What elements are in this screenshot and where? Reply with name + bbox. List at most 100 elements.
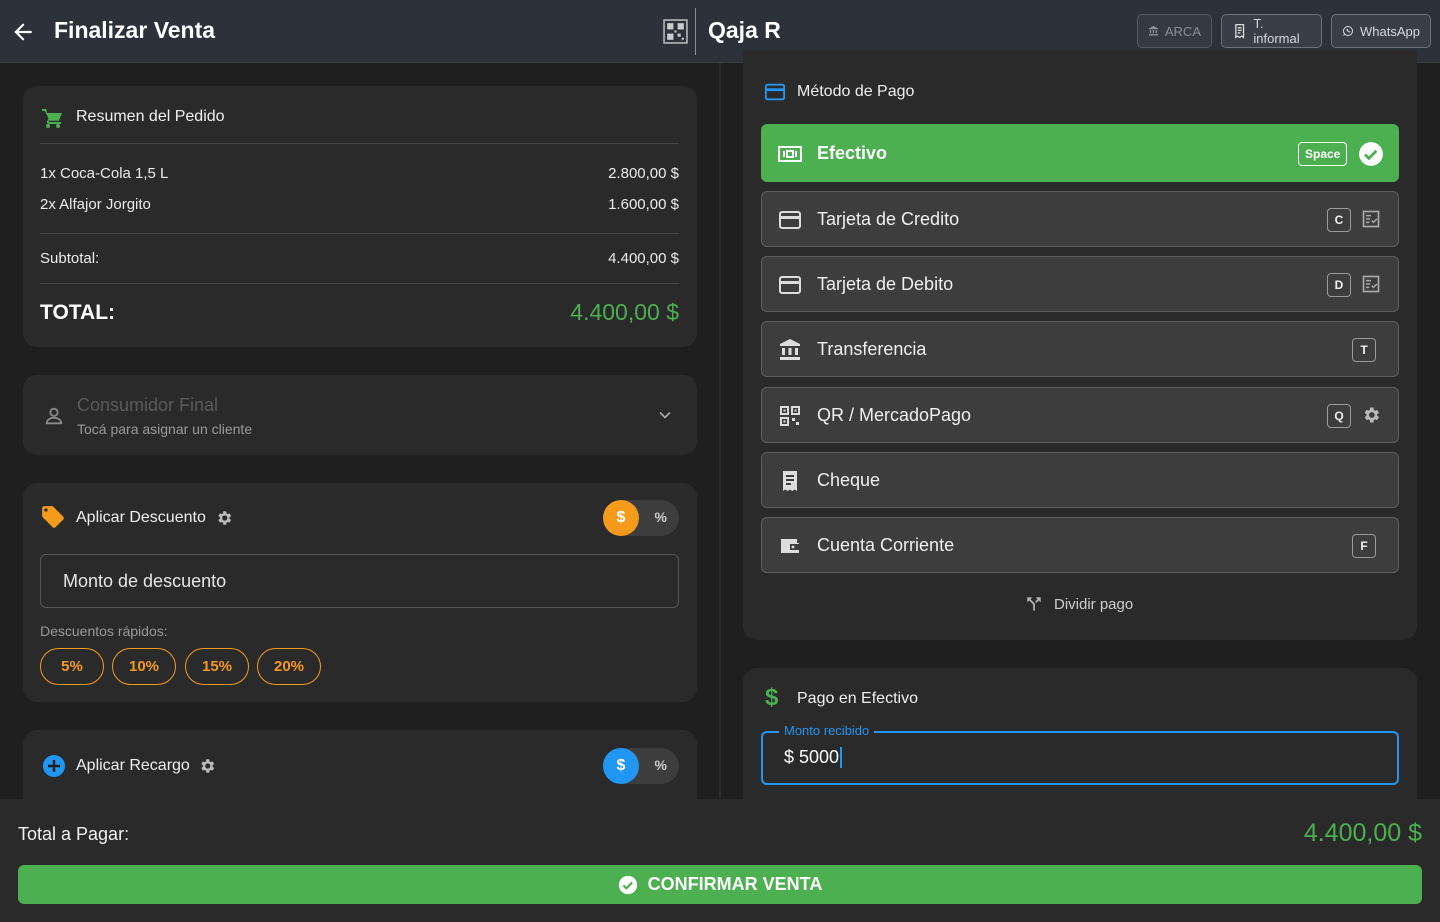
payment-method-credit-card[interactable]: Tarjeta de Credito C: [761, 191, 1399, 247]
payment-method-label: Transferencia: [817, 339, 927, 359]
dollar-icon: $: [765, 684, 779, 711]
informal-ticket-button[interactable]: T. informal: [1221, 14, 1322, 48]
order-item-label: 2x Alfajor Jorgito: [40, 196, 151, 213]
whatsapp-button[interactable]: WhatsApp: [1331, 14, 1431, 48]
split-payment-button[interactable]: Dividir pago: [1024, 594, 1133, 614]
receipt-icon: [783, 471, 797, 491]
receipt-icon: [1235, 23, 1245, 39]
cash-payment-title: Pago en Efectivo: [797, 690, 918, 707]
payment-method-transfer[interactable]: Transferencia T: [761, 321, 1399, 377]
split-icon: [1027, 597, 1041, 611]
surcharge-type-toggle[interactable]: $ %: [603, 748, 679, 784]
total-to-pay-label: Total a Pagar:: [18, 824, 130, 844]
discount-amount-placeholder: Monto de descuento: [63, 571, 227, 591]
separator: [40, 143, 679, 144]
order-item-price: 1.600,00 $: [608, 196, 679, 213]
shortcut-key-badge: Space: [1298, 142, 1348, 166]
debit-card-icon: [779, 276, 801, 294]
arca-button-label: ARCA: [1164, 23, 1201, 39]
total-to-pay-value: 4.400,00 $: [1303, 819, 1422, 847]
order-item-label: 1x Coca-Cola 1,5 L: [40, 165, 169, 182]
subtotal-value: 4.400,00 $: [608, 250, 679, 267]
shortcut-key-badge: D: [1327, 273, 1351, 297]
cart-icon: [42, 109, 62, 128]
payment-method-title: Método de Pago: [797, 83, 915, 100]
payment-method-cash[interactable]: Efectivo Space: [761, 124, 1399, 182]
customer-hint: Tocá para asignar un cliente: [77, 421, 253, 437]
wallet-icon: [781, 539, 799, 553]
informal-ticket-label: T. informal: [1253, 16, 1300, 46]
surcharge-settings-gear-icon[interactable]: [198, 757, 216, 775]
page-title: Finalizar Venta: [54, 17, 216, 43]
discount-tag-icon: [42, 506, 64, 528]
person-icon: [45, 407, 63, 425]
toggle-percent-label: %: [654, 757, 667, 773]
payment-method-qr[interactable]: QR / MercadoPago Q: [761, 387, 1399, 443]
discount-title: Aplicar Descuento: [76, 509, 206, 526]
add-circle-icon: [43, 755, 65, 777]
quick-discount-chip[interactable]: 10%: [112, 648, 176, 685]
payment-method-label: QR / MercadoPago: [817, 405, 972, 425]
shortcut-key-badge: F: [1352, 534, 1376, 558]
quick-discount-chip[interactable]: 15%: [185, 648, 249, 685]
amount-received-label: Monto recibido: [779, 723, 875, 738]
whatsapp-icon: [1343, 25, 1354, 37]
qr-settings-gear-icon[interactable]: [1361, 405, 1381, 425]
qr-icon: [780, 406, 800, 426]
discount-settings-gear-icon[interactable]: [215, 509, 233, 527]
payment-method-label: Tarjeta de Debito: [817, 274, 954, 294]
total-label: TOTAL:: [40, 301, 116, 324]
payment-method-label: Cheque: [817, 470, 881, 490]
shortcut-key-badge: T: [1352, 338, 1376, 362]
quick-discount-chip[interactable]: 5%: [40, 648, 104, 685]
shortcut-key-badge: Q: [1327, 404, 1351, 428]
customer-selector[interactable]: Consumidor Final Tocá para asignar un cl…: [23, 375, 697, 455]
bank-icon: [1148, 26, 1158, 36]
toggle-percent-label: %: [654, 509, 667, 525]
card-terminal-icon: [1362, 275, 1380, 293]
check-circle-icon: [618, 875, 637, 894]
surcharge-title: Aplicar Recargo: [76, 757, 190, 774]
back-arrow-icon[interactable]: [10, 19, 36, 45]
payment-method-debit-card[interactable]: Tarjeta de Debito D: [761, 256, 1399, 312]
bank-icon: [780, 339, 800, 360]
total-value: 4.400,00 $: [570, 299, 679, 325]
payment-method-label: Cuenta Corriente: [817, 535, 955, 555]
check-circle-icon: [1359, 142, 1383, 166]
amount-received-value: $ 5000: [784, 747, 843, 768]
amount-received-input[interactable]: Monto recibido $ 5000: [761, 723, 1399, 785]
separator: [40, 233, 679, 234]
footer-bar: Total a Pagar: 4.400,00 $ CONFIRMAR VENT…: [0, 799, 1440, 922]
subtotal-label: Subtotal:: [40, 250, 100, 267]
brand-divider: [695, 8, 696, 55]
shortcut-key-badge: C: [1327, 208, 1351, 232]
qr-logo-icon: [663, 19, 688, 44]
whatsapp-label: WhatsApp: [1360, 23, 1420, 39]
order-item-price: 2.800,00 $: [608, 165, 679, 182]
separator: [40, 283, 679, 284]
toggle-knob: $: [603, 500, 639, 536]
credit-card-icon: [764, 83, 786, 101]
cash-icon: [778, 146, 802, 162]
payment-method-current-account[interactable]: Cuenta Corriente F: [761, 517, 1399, 573]
customer-name: Consumidor Final: [77, 395, 219, 415]
panel-divider: [719, 63, 721, 799]
quick-discount-chip[interactable]: 20%: [257, 648, 321, 685]
payment-method-cheque[interactable]: Cheque: [761, 452, 1399, 508]
chevron-down-icon: [659, 411, 671, 419]
credit-card-icon: [779, 211, 801, 229]
discount-type-toggle[interactable]: $ %: [603, 500, 679, 536]
payment-method-label: Tarjeta de Credito: [817, 209, 960, 229]
payment-method-label: Efectivo: [817, 143, 888, 163]
split-payment-label: Dividir pago: [1054, 595, 1134, 613]
confirm-sale-label: CONFIRMAR VENTA: [647, 874, 823, 894]
toggle-knob: $: [603, 748, 639, 784]
discount-amount-input[interactable]: Monto de descuento: [40, 554, 679, 608]
card-terminal-icon: [1362, 210, 1380, 228]
arca-button[interactable]: ARCA: [1137, 14, 1212, 48]
brand-name: Qaja R: [708, 17, 781, 43]
confirm-sale-button[interactable]: CONFIRMAR VENTA: [18, 865, 1422, 904]
order-summary-title: Resumen del Pedido: [76, 108, 225, 125]
order-summary-card: Resumen del Pedido 1x Coca-Cola 1,5 L 2.…: [23, 86, 697, 347]
quick-discounts-label: Descuentos rápidos:: [40, 623, 168, 639]
